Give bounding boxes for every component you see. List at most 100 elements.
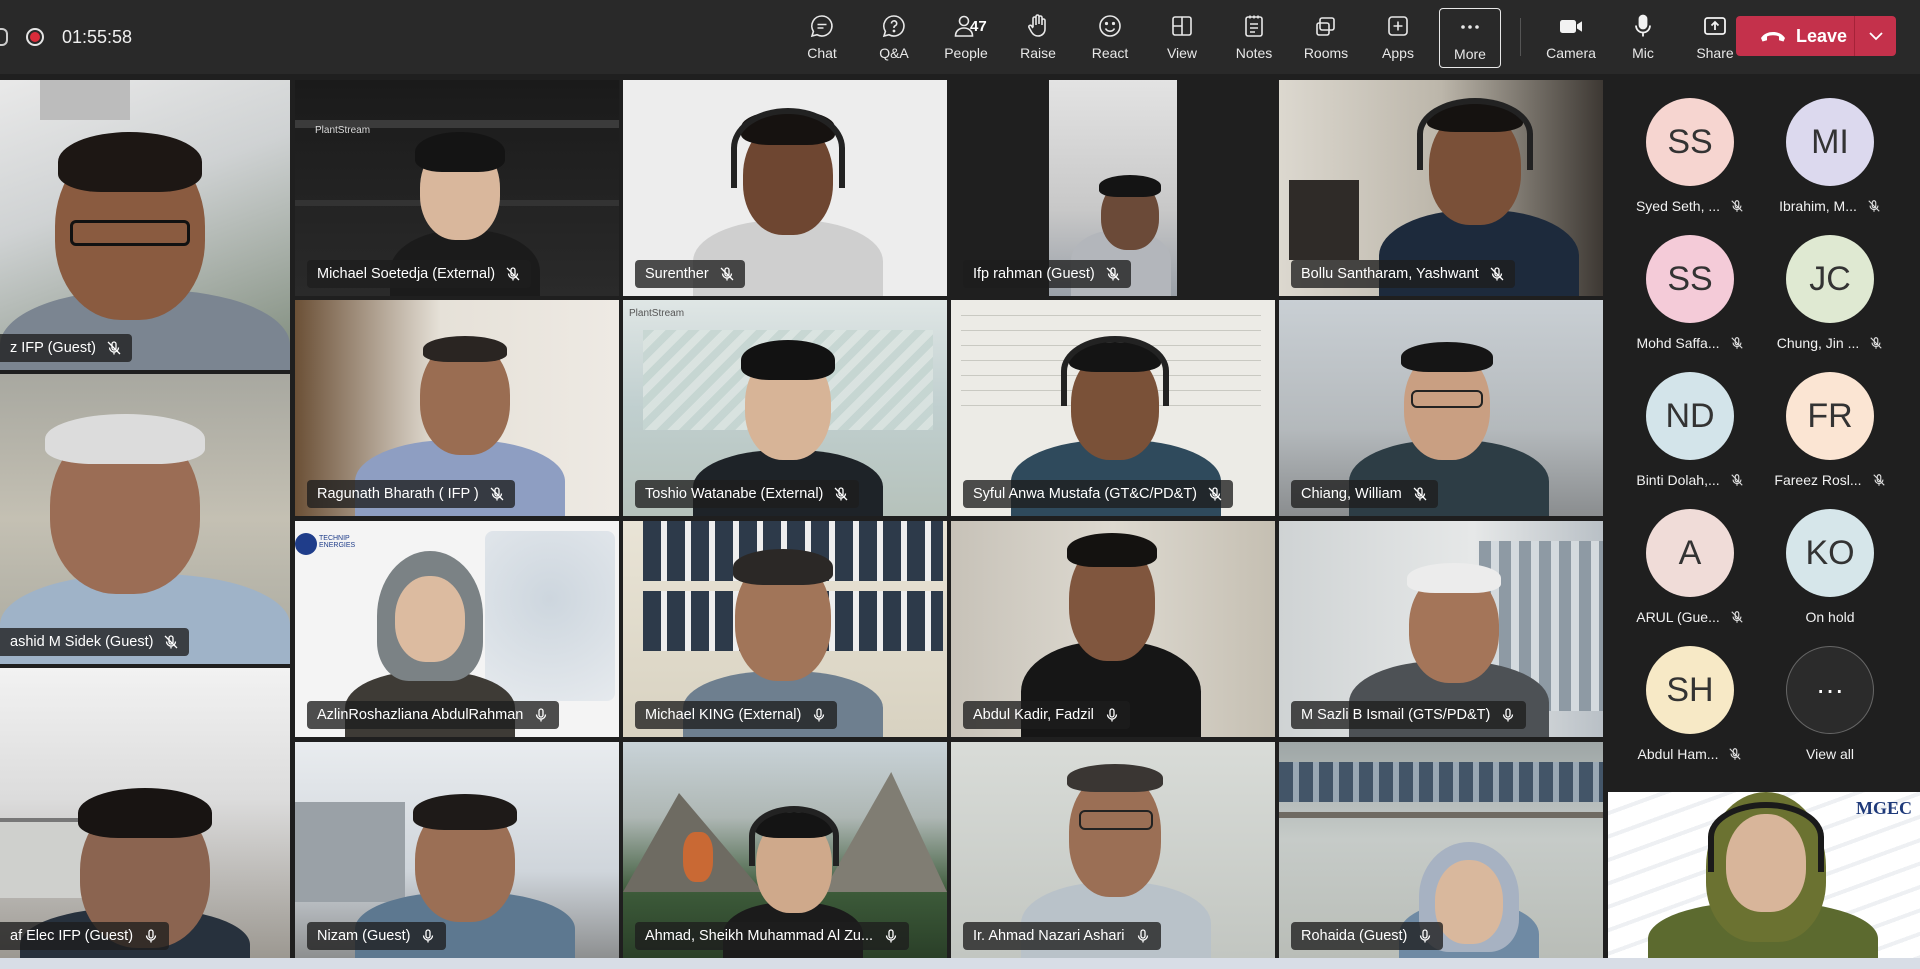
- camera-button[interactable]: Camera: [1535, 8, 1607, 68]
- video-tile[interactable]: af Elec IFP (Guest): [0, 668, 290, 958]
- participant-name: Michael KING (External): [635, 701, 838, 729]
- record-icon: [26, 28, 44, 46]
- video-tile[interactable]: z IFP (Guest): [0, 80, 290, 370]
- video-tile[interactable]: ashid M Sidek (Guest): [0, 374, 290, 664]
- meeting-toolbar: 01:55:58 Chat Q&A 47 People Raise React …: [0, 0, 1920, 74]
- roster-participant[interactable]: ND Binti Dolah,...: [1620, 372, 1760, 502]
- mic-icon: [1730, 474, 1743, 486]
- leave-options-button[interactable]: [1855, 31, 1896, 41]
- more-dots-icon: ···: [1786, 646, 1874, 734]
- mic-button[interactable]: Mic: [1607, 8, 1679, 68]
- video-tile[interactable]: PlantStream Toshio Watanabe (External): [623, 300, 947, 516]
- mic-icon: [1420, 929, 1431, 943]
- mic-icon: [1503, 708, 1514, 722]
- roster-name: Ibrahim, M...: [1779, 198, 1857, 214]
- roster-name: Abdul Ham...: [1637, 746, 1719, 762]
- participant-name-text: Michael Soetedja (External): [317, 266, 496, 282]
- roster-name: Fareez Rosl...: [1774, 472, 1862, 488]
- raise-hand-button[interactable]: Raise: [1002, 8, 1074, 68]
- mic-icon: [1137, 929, 1148, 943]
- more-button[interactable]: More: [1439, 8, 1501, 68]
- participant-name-text: Ahmad, Sheikh Muhammad Al Zu...: [645, 928, 874, 944]
- mic-icon: [536, 708, 547, 722]
- mic-icon: [145, 929, 157, 943]
- mic-off-icon: [506, 267, 520, 281]
- video-tile[interactable]: Michael KING (External): [623, 521, 947, 737]
- people-label: People: [944, 45, 988, 61]
- video-tile[interactable]: M Sazli B Ismail (GTS/PD&T): [1279, 521, 1603, 737]
- rooms-icon: [1316, 17, 1335, 36]
- roster-participant[interactable]: KO On hold: [1760, 509, 1900, 639]
- video-tile[interactable]: TECHNIP ENERGIES AzlinRoshazliana AbdulR…: [295, 521, 619, 737]
- avatar: MI: [1786, 98, 1874, 186]
- video-tile[interactable]: Rohaida (Guest): [1279, 742, 1603, 958]
- roster-name: On hold: [1805, 609, 1855, 625]
- roster-name: Binti Dolah,...: [1636, 472, 1720, 488]
- chat-button[interactable]: Chat: [786, 8, 858, 68]
- avatar: ND: [1646, 372, 1734, 460]
- participant-name: z IFP (Guest): [0, 334, 132, 362]
- people-button[interactable]: 47 People: [930, 8, 1002, 68]
- react-button[interactable]: React: [1074, 8, 1146, 68]
- video-tile[interactable]: Ifp rahman (Guest): [951, 80, 1275, 296]
- roster-participant[interactable]: A ARUL (Gue...: [1620, 509, 1760, 639]
- video-tile[interactable]: Surenther: [623, 80, 947, 296]
- notes-button[interactable]: Notes: [1218, 8, 1290, 68]
- video-tile[interactable]: Ir. Ahmad Nazari Ashari: [951, 742, 1275, 958]
- mic-icon: [1870, 337, 1882, 349]
- participant-name: Ir. Ahmad Nazari Ashari: [963, 922, 1161, 950]
- qa-button[interactable]: Q&A: [858, 8, 930, 68]
- roster-participant[interactable]: SS Mohd Saffa...: [1620, 235, 1760, 365]
- video-tile[interactable]: Bollu Santharam, Yashwant: [1279, 80, 1603, 296]
- participant-name: Ahmad, Sheikh Muhammad Al Zu...: [635, 922, 910, 950]
- notes-label: Notes: [1235, 45, 1273, 61]
- participant-roster: SS Syed Seth, ... MI Ibrahim, M... SS Mo…: [1608, 80, 1920, 792]
- view-all-button[interactable]: ··· View all: [1760, 646, 1900, 776]
- leave-main[interactable]: Leave: [1736, 16, 1854, 56]
- video-tile[interactable]: Ragunath Bharath ( IFP ): [295, 300, 619, 516]
- leave-button[interactable]: Leave: [1736, 16, 1896, 56]
- video-tile[interactable]: PlantStream Michael Soetedja (External): [295, 80, 619, 296]
- video-tile[interactable]: Chiang, William: [1279, 300, 1603, 516]
- hang-up-icon: [1761, 32, 1785, 42]
- self-view-video[interactable]: MGEC: [1608, 792, 1920, 958]
- mic-icon: [1731, 200, 1743, 212]
- participant-name: AzlinRoshazliana AbdulRahman: [307, 701, 560, 729]
- qa-icon: [882, 15, 905, 38]
- raise-label: Raise: [1020, 45, 1056, 61]
- leave-label: Leave: [1796, 25, 1848, 46]
- roster-participant[interactable]: FR Fareez Rosl...: [1760, 372, 1900, 502]
- participant-name: ashid M Sidek (Guest): [0, 628, 190, 656]
- participant-name-text: af Elec IFP (Guest): [10, 928, 134, 944]
- participant-name: Syful Anwa Mustafa (GT&C/PD&T): [963, 480, 1234, 508]
- participant-name: Chiang, William: [1291, 480, 1438, 508]
- toolbar-divider: [1520, 18, 1521, 56]
- mic-icon: [1868, 200, 1880, 212]
- rooms-button[interactable]: Rooms: [1290, 8, 1362, 68]
- roster-participant[interactable]: SS Syed Seth, ...: [1620, 98, 1760, 228]
- video-tile[interactable]: Nizam (Guest): [295, 742, 619, 958]
- view-button[interactable]: View: [1146, 8, 1218, 68]
- panel-toggle-icon[interactable]: [0, 28, 8, 46]
- roster-name: ARUL (Gue...: [1636, 609, 1720, 625]
- more-label: More: [1454, 46, 1486, 62]
- video-tile[interactable]: Syful Anwa Mustafa (GT&C/PD&T): [951, 300, 1275, 516]
- video-tile[interactable]: Abdul Kadir, Fadzil: [951, 521, 1275, 737]
- roster-participant[interactable]: JC Chung, Jin ...: [1760, 235, 1900, 365]
- roster-participant[interactable]: SH Abdul Ham...: [1620, 646, 1760, 776]
- mic-icon: [814, 708, 825, 722]
- avatar: SH: [1646, 646, 1734, 734]
- participant-name-text: Chiang, William: [1301, 486, 1402, 502]
- video-tile[interactable]: Ahmad, Sheikh Muhammad Al Zu...: [623, 742, 947, 958]
- microphone-icon: [1635, 14, 1651, 37]
- participant-name: Ragunath Bharath ( IFP ): [307, 480, 515, 508]
- apps-button[interactable]: Apps: [1362, 8, 1434, 68]
- roster-participant[interactable]: MI Ibrahim, M...: [1760, 98, 1900, 228]
- mic-icon: [423, 929, 434, 943]
- participant-name-text: M Sazli B Ismail (GTS/PD&T): [1301, 707, 1491, 723]
- mic-off-icon: [1490, 267, 1504, 281]
- camera-label: Camera: [1546, 45, 1596, 61]
- participant-name: Michael Soetedja (External): [307, 260, 532, 288]
- roster-name: Syed Seth, ...: [1635, 198, 1721, 214]
- mic-off-icon: [164, 635, 178, 649]
